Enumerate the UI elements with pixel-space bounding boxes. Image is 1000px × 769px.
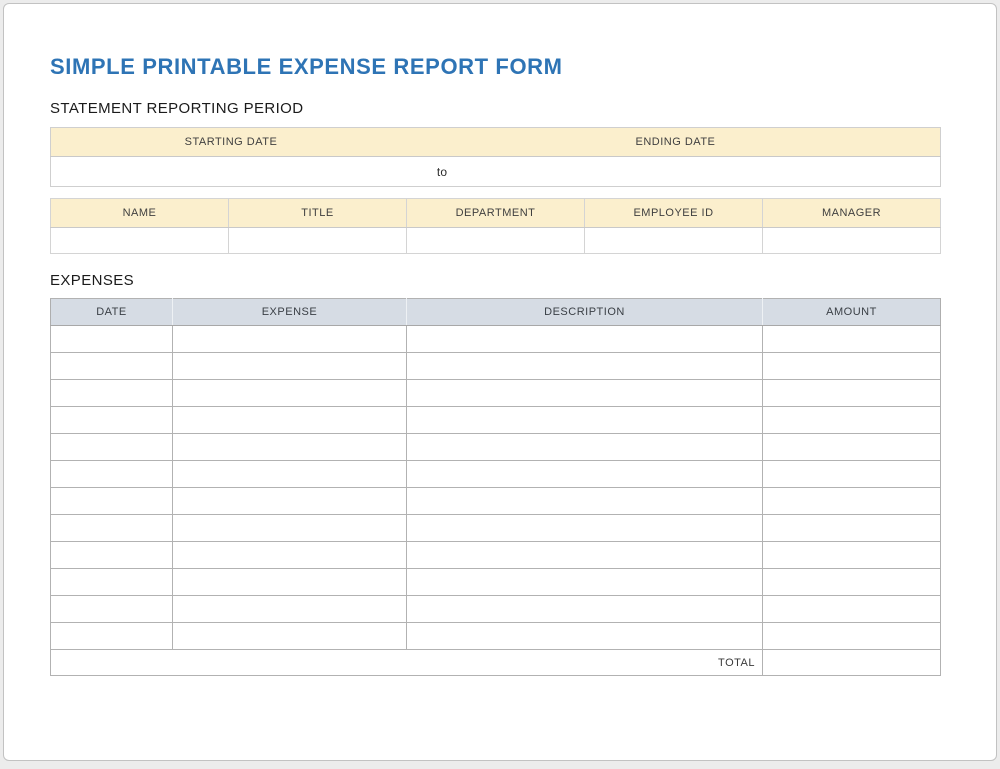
expense-date-field[interactable] bbox=[51, 380, 173, 407]
expense-amount-field[interactable] bbox=[762, 434, 940, 461]
expense-type-field[interactable] bbox=[172, 380, 406, 407]
name-header: NAME bbox=[51, 199, 229, 228]
expense-date-field[interactable] bbox=[51, 488, 173, 515]
expense-row bbox=[51, 488, 941, 515]
starting-date-header: STARTING DATE bbox=[51, 128, 411, 157]
manager-field[interactable] bbox=[763, 228, 941, 254]
name-field[interactable] bbox=[51, 228, 229, 254]
expense-amount-field[interactable] bbox=[762, 515, 940, 542]
expense-type-field[interactable] bbox=[172, 434, 406, 461]
date-range-separator: to bbox=[411, 157, 473, 187]
ending-date-header: ENDING DATE bbox=[411, 128, 941, 157]
total-amount-field[interactable] bbox=[762, 650, 940, 676]
employee-id-field[interactable] bbox=[585, 228, 763, 254]
expense-row bbox=[51, 461, 941, 488]
expense-column-header: EXPENSE bbox=[172, 299, 406, 326]
expense-date-field[interactable] bbox=[51, 407, 173, 434]
expense-row bbox=[51, 569, 941, 596]
expense-row bbox=[51, 434, 941, 461]
expense-type-field[interactable] bbox=[172, 569, 406, 596]
title-field[interactable] bbox=[229, 228, 407, 254]
expense-row bbox=[51, 353, 941, 380]
expense-description-field[interactable] bbox=[406, 380, 762, 407]
expense-amount-field[interactable] bbox=[762, 596, 940, 623]
expense-amount-field[interactable] bbox=[762, 353, 940, 380]
page-title: SIMPLE PRINTABLE EXPENSE REPORT FORM bbox=[50, 54, 941, 80]
starting-date-field[interactable] bbox=[51, 157, 411, 187]
expense-row bbox=[51, 515, 941, 542]
expense-type-field[interactable] bbox=[172, 353, 406, 380]
date-range-table: STARTING DATE ENDING DATE to bbox=[50, 127, 941, 187]
expense-amount-field[interactable] bbox=[762, 623, 940, 650]
section-heading-expenses: EXPENSES bbox=[50, 272, 941, 290]
expense-rows bbox=[51, 326, 941, 650]
expense-description-field[interactable] bbox=[406, 434, 762, 461]
total-label: TOTAL bbox=[51, 650, 763, 676]
expense-row bbox=[51, 596, 941, 623]
expense-row bbox=[51, 407, 941, 434]
document-page: SIMPLE PRINTABLE EXPENSE REPORT FORM STA… bbox=[3, 3, 997, 761]
department-header: DEPARTMENT bbox=[407, 199, 585, 228]
expense-date-field[interactable] bbox=[51, 542, 173, 569]
expense-description-field[interactable] bbox=[406, 461, 762, 488]
expense-date-field[interactable] bbox=[51, 326, 173, 353]
expense-amount-field[interactable] bbox=[762, 569, 940, 596]
expense-date-field[interactable] bbox=[51, 353, 173, 380]
expense-row bbox=[51, 623, 941, 650]
expense-date-field[interactable] bbox=[51, 461, 173, 488]
date-column-header: DATE bbox=[51, 299, 173, 326]
expense-description-field[interactable] bbox=[406, 623, 762, 650]
expense-row bbox=[51, 326, 941, 353]
expense-type-field[interactable] bbox=[172, 515, 406, 542]
expense-amount-field[interactable] bbox=[762, 461, 940, 488]
expense-type-field[interactable] bbox=[172, 488, 406, 515]
expense-date-field[interactable] bbox=[51, 596, 173, 623]
description-column-header: DESCRIPTION bbox=[406, 299, 762, 326]
expense-description-field[interactable] bbox=[406, 542, 762, 569]
expense-description-field[interactable] bbox=[406, 596, 762, 623]
amount-column-header: AMOUNT bbox=[762, 299, 940, 326]
expense-description-field[interactable] bbox=[406, 326, 762, 353]
expenses-table: DATE EXPENSE DESCRIPTION AMOUNT TOTAL bbox=[50, 298, 941, 676]
expense-row bbox=[51, 542, 941, 569]
employee-id-header: EMPLOYEE ID bbox=[585, 199, 763, 228]
section-heading-reporting-period: STATEMENT REPORTING PERIOD bbox=[50, 100, 941, 118]
expense-amount-field[interactable] bbox=[762, 542, 940, 569]
expense-description-field[interactable] bbox=[406, 488, 762, 515]
expense-date-field[interactable] bbox=[51, 515, 173, 542]
expense-description-field[interactable] bbox=[406, 515, 762, 542]
manager-header: MANAGER bbox=[763, 199, 941, 228]
expense-row bbox=[51, 380, 941, 407]
expense-description-field[interactable] bbox=[406, 569, 762, 596]
expense-type-field[interactable] bbox=[172, 407, 406, 434]
expense-type-field[interactable] bbox=[172, 461, 406, 488]
expense-description-field[interactable] bbox=[406, 353, 762, 380]
expense-amount-field[interactable] bbox=[762, 407, 940, 434]
department-field[interactable] bbox=[407, 228, 585, 254]
ending-date-field[interactable] bbox=[473, 157, 940, 187]
expense-description-field[interactable] bbox=[406, 407, 762, 434]
expense-type-field[interactable] bbox=[172, 542, 406, 569]
expense-amount-field[interactable] bbox=[762, 326, 940, 353]
document-content: SIMPLE PRINTABLE EXPENSE REPORT FORM STA… bbox=[50, 54, 941, 676]
expense-amount-field[interactable] bbox=[762, 488, 940, 515]
expense-date-field[interactable] bbox=[51, 569, 173, 596]
expense-type-field[interactable] bbox=[172, 623, 406, 650]
expense-date-field[interactable] bbox=[51, 623, 173, 650]
title-header: TITLE bbox=[229, 199, 407, 228]
employee-info-table: NAME TITLE DEPARTMENT EMPLOYEE ID MANAGE… bbox=[50, 198, 941, 254]
expense-date-field[interactable] bbox=[51, 434, 173, 461]
expense-type-field[interactable] bbox=[172, 326, 406, 353]
expense-type-field[interactable] bbox=[172, 596, 406, 623]
expense-amount-field[interactable] bbox=[762, 380, 940, 407]
